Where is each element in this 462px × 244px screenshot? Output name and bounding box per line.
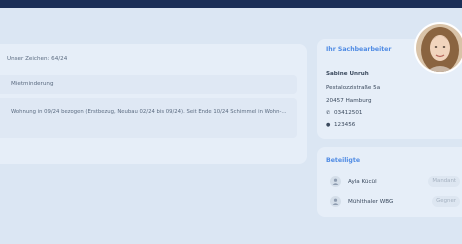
phone-icon: ✆ [326,110,331,116]
agent-section-title: Ihr Sachbearbeiter [326,46,392,53]
fax-icon: ● [326,122,331,128]
agent-fax-value: 123456 [334,122,356,128]
top-bar [0,0,462,8]
message-value: Wohnung in 09/24 bezogen (Erstbezug, Neu… [11,109,287,115]
party-item[interactable]: Mühlthaler WBG Gegner [330,196,462,208]
subject-value: Mietminderung [11,81,54,87]
party-role-badge: Mandant [428,176,460,187]
party-item[interactable]: Ayla Kücül Mandant [330,176,462,188]
party-name: Ayla Kücül [348,179,377,185]
party-role-badge: Gegner [432,196,460,207]
reference-count: Unser Zeichen: 64/24 [7,56,68,62]
person-icon [330,176,341,187]
party-name: Mühlthaler WBG [348,199,394,205]
parties-section-title: Beteiligte [326,157,361,164]
agent-phone[interactable]: ✆ 03412501 [326,110,362,116]
agent-fax: ● 123456 [326,122,355,128]
agent-phone-value: 03412501 [334,110,363,116]
agent-street: Pestalozzistraße 5a [326,85,381,91]
message-field[interactable] [0,98,297,138]
agent-name: Sabine Unruh [326,71,369,77]
person-icon [330,196,341,207]
agent-avatar [414,22,462,74]
agent-city: 20457 Hamburg [326,98,372,104]
